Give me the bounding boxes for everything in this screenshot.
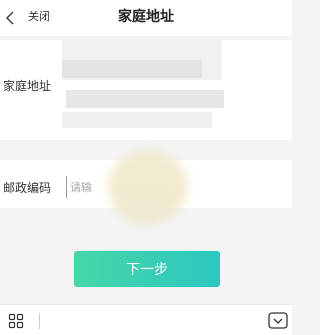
top-bar: 关闭 家庭地址 [0, 0, 292, 36]
blurred-overlay-2 [120, 190, 170, 224]
address-field-card: 家庭地址 [0, 40, 292, 140]
page-title: 家庭地址 [118, 9, 174, 25]
postcode-label: 邮政编码 [3, 181, 52, 195]
address-value-blurred-line [62, 60, 202, 78]
bottom-bar-divider [39, 313, 40, 329]
bottom-bar [0, 304, 292, 335]
keyboard-toggle-icon[interactable] [268, 312, 288, 329]
grid-icon[interactable] [8, 313, 24, 329]
next-step-button[interactable]: 下一步 [74, 251, 220, 287]
address-value-blurred-line-3 [62, 112, 212, 128]
address-label: 家庭地址 [3, 79, 52, 93]
address-value-blurred-line-2 [66, 90, 224, 108]
